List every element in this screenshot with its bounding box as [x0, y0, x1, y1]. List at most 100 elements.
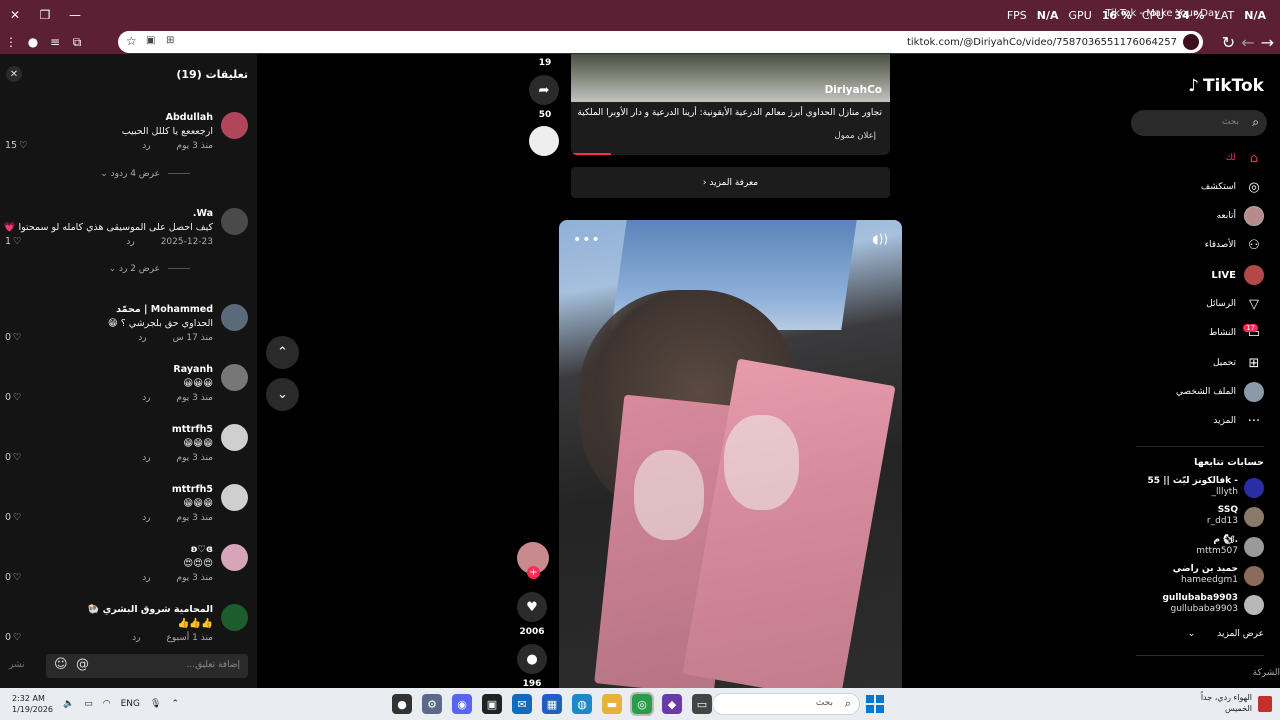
- comment-author[interactable]: Mohammed | محمّد: [116, 304, 213, 315]
- comment-button[interactable]: ●: [517, 644, 547, 674]
- clock[interactable]: 2:32 AM 1/19/2026: [12, 693, 53, 715]
- menu-icon[interactable]: ⋮: [0, 31, 22, 53]
- following-account[interactable]: SSQ r_dd13: [1124, 505, 1264, 529]
- comment-like-button[interactable]: 0 ♡: [5, 392, 22, 403]
- media-controls-icon[interactable]: ≡: [44, 31, 66, 53]
- start-menu-button[interactable]: [866, 695, 884, 713]
- avatar[interactable]: [221, 364, 248, 391]
- microphone-icon[interactable]: 🎙: [150, 699, 161, 709]
- close-comments-icon[interactable]: ✕: [6, 66, 22, 82]
- chevron-up-icon[interactable]: ⌃: [171, 699, 179, 709]
- mention-icon[interactable]: @: [76, 657, 89, 672]
- extensions-icon[interactable]: ⧉: [66, 31, 88, 53]
- nav-more[interactable]: ··· المزيد: [1213, 411, 1264, 431]
- like-button[interactable]: ♥: [517, 592, 547, 622]
- discord-app-icon[interactable]: ◉: [452, 694, 472, 714]
- comment-like-button[interactable]: 0 ♡: [5, 632, 22, 643]
- follow-plus-icon[interactable]: +: [527, 566, 540, 579]
- profile-avatar-icon[interactable]: ●: [22, 31, 44, 53]
- nav-upload[interactable]: ⊞ تحميل: [1213, 353, 1264, 373]
- following-account[interactable]: gullubaba9903 gullubaba9903: [1124, 593, 1264, 617]
- avatar[interactable]: [221, 208, 248, 235]
- comment-author[interactable]: المحامية شروق البشري 🐏: [87, 604, 213, 615]
- following-account[interactable]: فالكونز ليّث || 55k - _lllyth: [1124, 476, 1264, 500]
- volume-icon[interactable]: ◖)): [872, 232, 888, 246]
- nav-following[interactable]: أتابعه: [1217, 206, 1264, 226]
- previous-video-button[interactable]: ⌃: [266, 336, 299, 369]
- nav-friends[interactable]: ⚇ الأصدقاء: [1205, 235, 1264, 255]
- following-account[interactable]: حميد بن راضي hameedgm1: [1124, 564, 1264, 588]
- comment-author[interactable]: Wa.: [193, 208, 213, 219]
- comment-like-button[interactable]: 0 ♡: [5, 452, 22, 463]
- avatar[interactable]: [221, 484, 248, 511]
- weather-widget[interactable]: الهواء ردي، جداً الخميس: [1201, 692, 1252, 714]
- music-disc-icon[interactable]: [529, 126, 559, 156]
- company-link[interactable]: الشركة: [1253, 668, 1280, 678]
- ad-card[interactable]: DiriyahCo تجاور منازل الحداوي أبرز معالم…: [571, 54, 890, 155]
- comment-like-button[interactable]: 0 ♡: [5, 572, 22, 583]
- nav-messages[interactable]: ▽ الرسائل: [1206, 294, 1264, 314]
- avatar[interactable]: [221, 424, 248, 451]
- comment-author[interactable]: mttrfh5: [172, 484, 213, 495]
- comment-like-button[interactable]: 1 ♡: [5, 236, 22, 247]
- share-button[interactable]: ➦: [529, 75, 559, 105]
- language-indicator[interactable]: ENG: [121, 699, 140, 709]
- minimize-window-icon[interactable]: —: [60, 0, 90, 30]
- address-bar[interactable]: ☆ ▣ ⊞ tiktok.com/@DiriyahCo/video/758703…: [118, 31, 1203, 53]
- comment-author[interactable]: mttrfh5: [172, 424, 213, 435]
- view-replies-button[interactable]: عرض 4 ردود ⌄: [0, 169, 190, 179]
- search-input[interactable]: بحث ⌕: [1131, 110, 1267, 136]
- install-app-icon[interactable]: ⊞: [166, 35, 174, 46]
- chrome-app-icon[interactable]: ◎: [630, 692, 654, 716]
- comment-like-button[interactable]: 0 ♡: [5, 512, 22, 523]
- more-options-icon[interactable]: •••: [573, 232, 601, 248]
- terminal-app-icon[interactable]: ▭: [692, 694, 712, 714]
- following-account[interactable]: م 🐿. mttm507: [1124, 535, 1264, 559]
- outlook-app-icon[interactable]: ✉: [512, 694, 532, 714]
- reply-link[interactable]: رد: [142, 453, 150, 463]
- app-icon[interactable]: ▣: [482, 694, 502, 714]
- reading-mode-icon[interactable]: ▣: [146, 35, 155, 46]
- close-window-icon[interactable]: ✕: [0, 0, 30, 30]
- reply-link[interactable]: رد: [126, 237, 134, 247]
- tiktok-logo[interactable]: ♪ TikTok: [1188, 76, 1264, 96]
- app-icon[interactable]: ●: [392, 694, 412, 714]
- next-video-button[interactable]: ⌄: [266, 378, 299, 411]
- ad-brand[interactable]: DiriyahCo: [825, 84, 882, 96]
- avatar[interactable]: [221, 304, 248, 331]
- edge-app-icon[interactable]: ◍: [572, 694, 592, 714]
- nav-explore[interactable]: ◎ استكشف: [1201, 177, 1264, 197]
- reply-link[interactable]: رد: [142, 393, 150, 403]
- reply-link[interactable]: رد: [132, 633, 140, 643]
- comment-author[interactable]: Abdullah: [166, 112, 213, 123]
- restore-window-icon[interactable]: ❐: [30, 0, 60, 30]
- reply-link[interactable]: رد: [138, 333, 146, 343]
- reply-link[interactable]: رد: [142, 141, 150, 151]
- view-replies-button[interactable]: عرض 2 رد ⌄: [0, 264, 190, 274]
- comment-like-button[interactable]: 15 ♡: [5, 140, 28, 151]
- avatar[interactable]: [221, 112, 248, 139]
- comment-author[interactable]: ʚ♡ɞ: [191, 544, 213, 555]
- file-explorer-icon[interactable]: ▬: [602, 694, 622, 714]
- comment-input[interactable]: ☺ @ إضافة تعليق...: [46, 654, 248, 678]
- comment-like-button[interactable]: 0 ♡: [5, 332, 22, 343]
- nav-live[interactable]: LIVE: [1211, 265, 1264, 285]
- reload-icon[interactable]: ↻: [1222, 33, 1235, 52]
- nav-profile[interactable]: الملف الشخصي: [1176, 382, 1264, 402]
- see-more-button[interactable]: عرض المزيد ⌄: [1188, 629, 1264, 639]
- taskbar-search-input[interactable]: بحث ⌕: [712, 693, 860, 715]
- reply-link[interactable]: رد: [142, 573, 150, 583]
- settings-app-icon[interactable]: ⚙: [422, 694, 442, 714]
- learn-more-button[interactable]: معرفة المزيد ‹: [571, 167, 890, 198]
- reply-link[interactable]: رد: [142, 513, 150, 523]
- nav-for-you[interactable]: ⌂ لك: [1226, 148, 1264, 168]
- url-text[interactable]: tiktok.com/@DiriyahCo/video/758703655117…: [907, 37, 1177, 48]
- battery-icon[interactable]: ▭: [84, 699, 93, 709]
- search-icon[interactable]: ⌕: [1252, 115, 1259, 130]
- emoji-icon[interactable]: ☺: [54, 657, 68, 672]
- post-comment-button[interactable]: نشر: [9, 660, 25, 670]
- comment-author[interactable]: Rayanh: [173, 364, 213, 375]
- avatar[interactable]: [221, 544, 248, 571]
- back-icon[interactable]: ←: [1241, 33, 1254, 52]
- volume-icon[interactable]: 🔈: [63, 699, 74, 709]
